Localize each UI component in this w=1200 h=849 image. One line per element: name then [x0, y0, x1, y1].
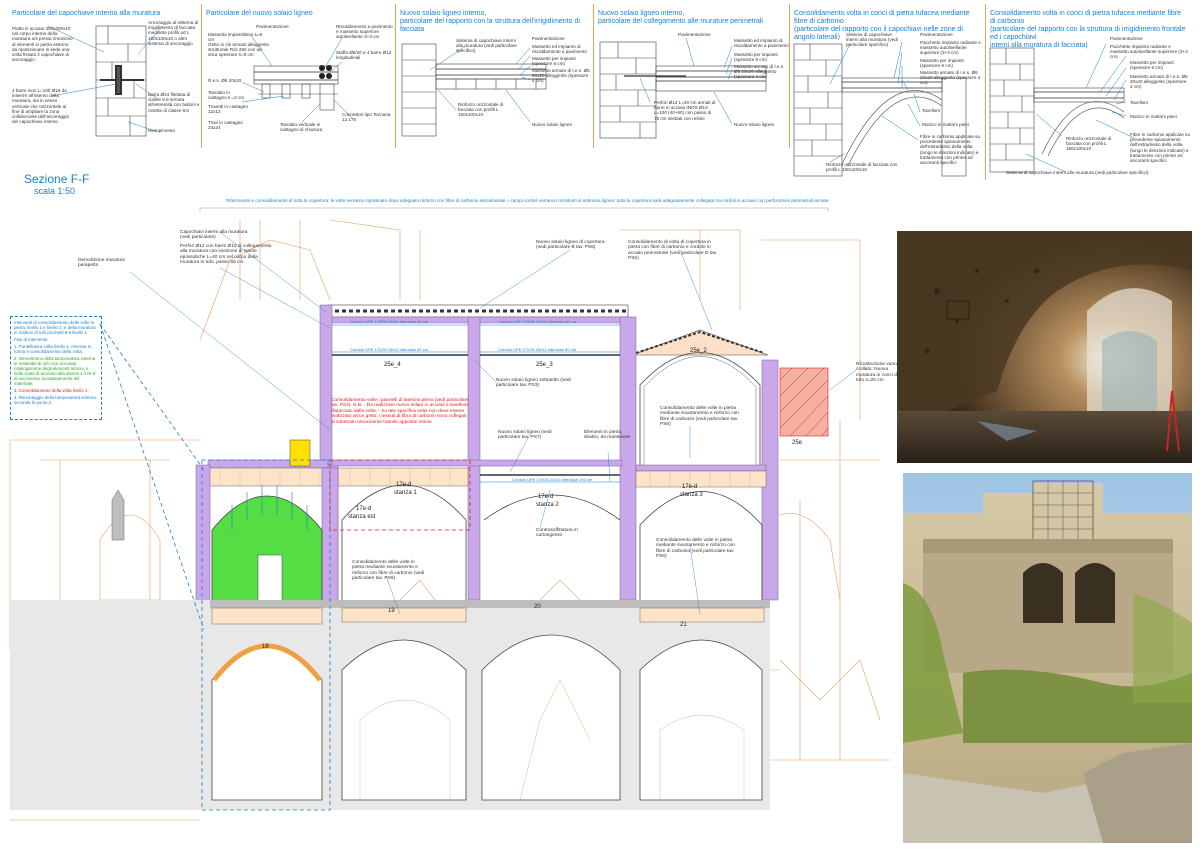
annotation-nuovo-solaio-copertura: Nuovo solaio ligneo di copertura (vedi p…	[536, 240, 605, 251]
room-21: 21	[680, 622, 687, 628]
room-stanza2-name: stanza 2	[536, 502, 559, 508]
green-vault	[211, 485, 323, 606]
left-tower	[111, 489, 125, 541]
interior-cave-image	[897, 231, 1192, 463]
annotation-elementi-pietra: Elementi in pietra, sbalzo, da mantenere	[584, 430, 631, 441]
intervention-legend: Interventi di consolidamento delle volte…	[10, 316, 102, 420]
annotation-volte-21: Consolidamento delle volte in pietra med…	[656, 538, 735, 560]
detail-volta-angolo: Consolidamento volta in conci di pietra …	[790, 4, 986, 180]
detail-volta-facciata: Consolidamento volta in conci di pietra …	[986, 4, 1192, 180]
annotation-capochiavi: Capochiavi interni alla muratura (vedi p…	[180, 230, 248, 241]
annotation-consolidamento-copertura: Consolidamento di volta di copertura in …	[628, 240, 718, 262]
annotation-solaio-sottotetto: Nuovo solaio ligneo sottotetto (vedi par…	[496, 378, 571, 389]
detail-solaio-perimetrali: Nuovo solaio ligneo interno, particolare…	[594, 4, 790, 148]
room-18: 18	[262, 644, 269, 650]
detail-capochiave: Particolare del capochiave interno alla …	[8, 4, 202, 148]
room-25e-3: 25e_3	[536, 362, 553, 368]
annotation-solaio-ps7: Nuovo solaio ligneo (vedi particolare ta…	[498, 430, 552, 441]
exterior-site-photo	[903, 473, 1192, 843]
detail-solaio-ligneo: Particolare del nuovo solaio ligneo Pavi…	[202, 4, 396, 148]
exterior-site-image	[903, 473, 1192, 843]
interior-cave-photo	[897, 231, 1192, 463]
beam-label: Cordolo UPE 170/35 28x12 interasse 80 cm	[498, 347, 577, 352]
room-stanza1-name: stanza 1	[394, 490, 417, 496]
room-stanza3-code: 17e-d	[682, 484, 698, 490]
dimension-bracket	[199, 207, 829, 212]
section-drawing	[9, 207, 890, 821]
room-stanza3-name: stanza 3	[680, 492, 703, 498]
annotation-perfori: Perfori Ø12 con barre Ø10 di collegament…	[180, 244, 272, 266]
room-stanza-est-code: 17e-d	[356, 506, 372, 512]
annotation-volte-19: Consolidamento delle volte in pietra med…	[352, 560, 425, 582]
beam-label: Cordolo UPE 170/35 20x20 interasse 65 cm	[498, 319, 577, 324]
section-scale: scala 1:50	[34, 186, 76, 196]
section-title: Sezione F-F	[24, 172, 90, 186]
room-stanza1-code: 17e-d	[396, 482, 412, 488]
room-25e: 25e	[792, 440, 803, 446]
room-25e-2: 25e_2	[690, 348, 707, 354]
annotation-demolizione: Demolizione muratura parapetto	[78, 258, 125, 269]
annotation-ricostruzione: Ricostruzione vano crollato: Nuova murat…	[856, 362, 898, 384]
annotation-volte-stanza3: Consolidamento delle volte in pietra med…	[660, 406, 739, 428]
room-19: 19	[388, 608, 395, 614]
room-stanza2-code: 17e-d	[538, 494, 554, 500]
beam-label: Cordolo UPE 170/35 18x10 interasse 80 cm	[350, 347, 429, 352]
room-20: 20	[534, 604, 541, 610]
rebuild-area	[779, 367, 829, 437]
detail-solaio-facciata: Nuovo solaio ligneo interno, particolare…	[396, 4, 594, 148]
beam-label: Cordolo UPE 170/35 20x20 interasse 65 cm	[350, 319, 429, 324]
beam-label: Cordolo UPE 170/35 24x24 interasse 240 c…	[512, 477, 593, 482]
annotation-controsoffitto: Controsoffittatura in cartongesso	[536, 528, 578, 539]
room-stanza-est-name: stanza est	[348, 514, 376, 520]
room-25e-4: 25e_4	[384, 362, 401, 368]
red-note: Consolidamento volte i pannelli di later…	[331, 398, 470, 425]
yellow-block	[289, 439, 311, 467]
